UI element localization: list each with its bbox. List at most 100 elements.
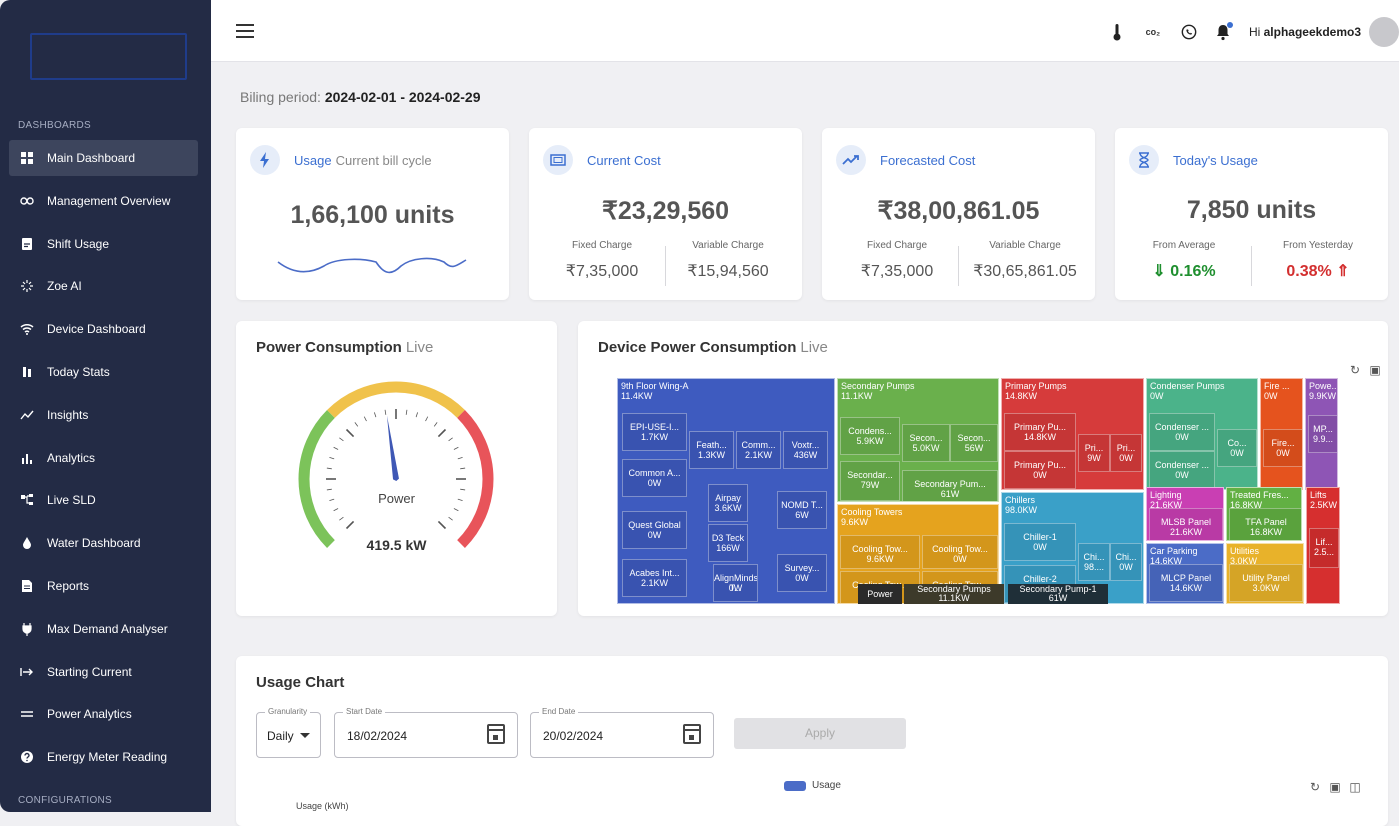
treemap-group[interactable]: Secondary Pumps 11.1KW Condens... 5.9KW Seco…	[837, 378, 999, 502]
treemap-cell[interactable]: Feath... 1.3KW	[689, 431, 734, 469]
treemap-cell[interactable]: Utility Panel 3.0KW	[1229, 564, 1303, 602]
lightning-icon	[250, 145, 280, 175]
whatsapp-icon[interactable]	[1181, 22, 1197, 42]
sidebar-item-analytics[interactable]: Analytics	[9, 440, 198, 476]
apply-button[interactable]: Apply	[734, 718, 906, 749]
treemap-cell[interactable]: Co... 0W	[1217, 429, 1257, 467]
granularity-select[interactable]: Granularity Daily	[256, 707, 321, 758]
sidebar-item-water-dashboard[interactable]: Water Dashboard	[9, 525, 198, 561]
treemap-cell[interactable]: TFA Panel 16.8KW	[1229, 508, 1301, 540]
treemap-cell[interactable]: Chi... 0W	[1110, 543, 1142, 581]
breadcrumb-item[interactable]: Secondary Pumps 11.1KW	[904, 584, 1004, 604]
sidebar-item-starting-current[interactable]: Starting Current	[9, 654, 198, 690]
chart-legend[interactable]: Usage	[784, 780, 841, 791]
treemap-group[interactable]: Utilities 3.0KW Utility Panel 3.0KW	[1226, 543, 1304, 604]
treemap-group[interactable]: 9th Floor Wing-A 11.4KW EPI-USE-I... 1.7KW F…	[617, 378, 835, 604]
avatar[interactable]	[1369, 17, 1399, 47]
sidebar-item-management-overview[interactable]: Management Overview	[9, 183, 198, 219]
calendar-icon[interactable]	[683, 724, 701, 744]
treemap-cell[interactable]: Secondar... 79W	[840, 461, 900, 501]
treemap-cell[interactable]: Condenser ... 0W	[1149, 451, 1215, 489]
thermometer-icon[interactable]	[1109, 22, 1125, 42]
logo[interactable]	[30, 33, 187, 80]
sidebar-item-live-sld[interactable]: Live SLD	[9, 482, 198, 518]
treemap-cell[interactable]: Voxtr... 436W	[783, 431, 828, 469]
treemap-cell-name: Condenser ...	[1154, 460, 1210, 470]
treemap-cell[interactable]: EPI-USE-I... 1.7KW	[622, 413, 687, 451]
treemap-cell-name: Chi...	[1115, 552, 1137, 562]
treemap-cell[interactable]: MP... 9.9...	[1308, 415, 1337, 453]
sidebar-item-label: Analytics	[47, 450, 96, 465]
sidebar-item-today-stats[interactable]: Today Stats	[9, 354, 198, 390]
treemap-cell-name: Co...	[1227, 438, 1247, 448]
menu-icon[interactable]	[236, 24, 254, 38]
treemap-group[interactable]: Condenser Pumps 0W Condenser ... 0W Co... 0W C…	[1146, 378, 1258, 490]
document-icon	[20, 579, 34, 593]
variable-charge-label: Variable Charge	[989, 240, 1061, 251]
sidebar-item-energy-meter-reading[interactable]: Energy Meter Reading	[9, 739, 198, 775]
treemap-cell[interactable]: Condens... 5.9KW	[840, 417, 900, 455]
treemap-cell[interactable]: Survey... 0W	[777, 554, 827, 592]
treemap-cell[interactable]: Fire... 0W	[1263, 429, 1302, 467]
start-date-field[interactable]: Start Date 18/02/2024	[334, 707, 518, 758]
treemap-cell-value: 0W	[647, 530, 662, 540]
treemap-cell[interactable]: Primary Pu... 0W	[1004, 451, 1076, 489]
treemap-cell[interactable]: Secon... 5.0KW	[902, 424, 950, 462]
sidebar-item-zoe-ai[interactable]: Zoe AI	[9, 268, 198, 304]
treemap-cell[interactable]: Cooling Tow... 9.6KW	[840, 535, 920, 569]
breadcrumb-item[interactable]: Secondary Pump-1 61W	[1008, 584, 1108, 604]
treemap-cell[interactable]: D3 Teck 166W	[708, 524, 748, 562]
treemap-cell[interactable]: Chi... 98....	[1078, 543, 1110, 581]
treemap-cell[interactable]: Lif... 2.5...	[1309, 528, 1339, 568]
treemap-cell[interactable]: Common A... 0W	[622, 459, 687, 497]
treemap-cell[interactable]: Comm... 2.1KW	[736, 431, 781, 469]
treemap-cell-value: 0W	[1119, 562, 1133, 572]
treemap-cell[interactable]: Secondary Pum... 61W	[902, 470, 998, 501]
sidebar-item-reports[interactable]: Reports	[9, 568, 198, 604]
refresh-icon[interactable]: ↻	[1348, 363, 1362, 377]
treemap-group[interactable]: Lifts 2.5KW Lif... 2.5...	[1306, 487, 1340, 604]
treemap-cell[interactable]: MLCP Panel 14.6KW	[1149, 564, 1223, 602]
treemap-group[interactable]: Car Parking 14.6KW MLCP Panel 14.6KW	[1146, 543, 1224, 604]
screenshot-icon[interactable]: ▣	[1328, 780, 1342, 794]
treemap-cell[interactable]: Acabes Int... 2.1KW	[622, 559, 687, 597]
power-gauge	[298, 381, 494, 548]
treemap-cell[interactable]: Pri... 0W	[1110, 434, 1142, 472]
treemap-cell-name: D3 Teck	[711, 533, 745, 543]
sidebar-item-insights[interactable]: Insights	[9, 397, 198, 433]
treemap-cell[interactable]: Chiller-1 0W	[1004, 523, 1076, 561]
treemap-cell[interactable]: Airpay 3.6KW	[708, 484, 748, 522]
treemap-cell[interactable]: Condenser ... 0W	[1149, 413, 1215, 451]
sidebar-item-device-dashboard[interactable]: Device Dashboard	[9, 311, 198, 347]
co2-icon[interactable]: co₂	[1143, 22, 1163, 42]
treemap-cell-name: MLCP Panel	[1160, 573, 1212, 583]
treemap-cell-value: 0W	[647, 478, 662, 488]
refresh-icon[interactable]: ↻	[1308, 780, 1322, 794]
treemap-cell[interactable]: Pri... 9W	[1078, 434, 1110, 472]
treemap-group[interactable]: Primary Pumps 14.8KW Primary Pu... 14.8KW Pr…	[1001, 378, 1144, 490]
treemap-cell[interactable]: MLSB Panel 21.6KW	[1149, 508, 1223, 540]
sidebar-item-shift-usage[interactable]: Shift Usage	[9, 226, 198, 262]
treemap-cell-name: Common A...	[628, 468, 681, 478]
breadcrumb-item[interactable]: Power	[858, 584, 902, 604]
treemap-group[interactable]: Powe... 9.9KW MP... 9.9...	[1305, 378, 1338, 490]
calendar-icon[interactable]	[487, 724, 505, 744]
export-icon[interactable]: ◫	[1348, 780, 1362, 794]
sidebar-item-label: Zoe AI	[47, 279, 82, 294]
sidebar-item-max-demand-analyser[interactable]: Max Demand Analyser	[9, 611, 198, 647]
notification-bell-icon[interactable]	[1215, 22, 1233, 42]
treemap-cell[interactable]: Quest Global 0W	[622, 511, 687, 549]
sidebar-item-main-dashboard[interactable]: Main Dashboard	[9, 140, 198, 176]
end-date-field[interactable]: End Date 20/02/2024	[530, 707, 714, 758]
treemap-cell[interactable]: Secon... 56W	[950, 424, 998, 462]
treemap-group[interactable]: Lighting 21.6KW MLSB Panel 21.6KW	[1146, 487, 1224, 541]
treemap-group[interactable]: Fire ... 0W Fire... 0W	[1260, 378, 1303, 490]
treemap-cell[interactable]: NOMD T... 6W	[777, 491, 827, 529]
sidebar-item-power-analytics[interactable]: Power Analytics	[9, 696, 198, 732]
treemap-cell[interactable]: Primary Pu... 14.8KW	[1004, 413, 1076, 451]
treemap-group[interactable]: Treated Fres... 16.8KW TFA Panel 16.8KW	[1226, 487, 1302, 541]
screenshot-icon[interactable]: ▣	[1368, 363, 1382, 377]
treemap-cell[interactable]: AlignMinds T... 0W	[713, 564, 758, 602]
sidebar-item-label: Main Dashboard	[47, 151, 136, 165]
treemap-cell[interactable]: Cooling Tow...0W	[922, 535, 998, 569]
